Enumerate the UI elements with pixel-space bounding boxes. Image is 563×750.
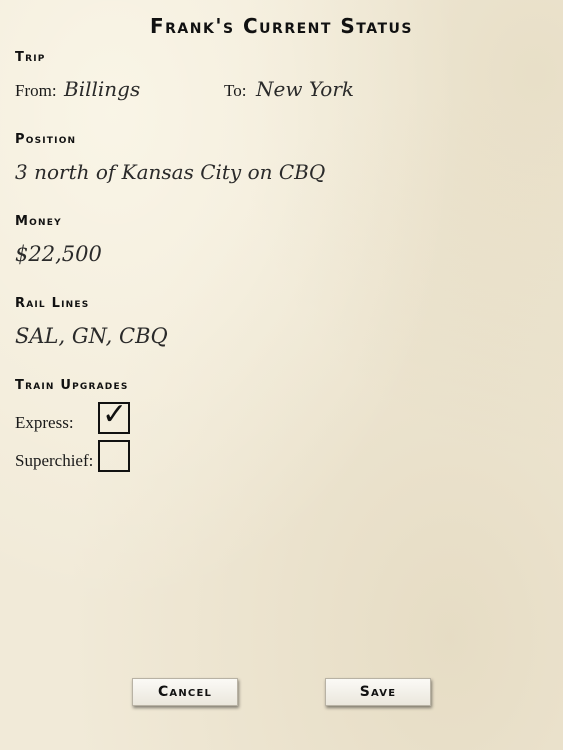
superchief-label: Superchief: xyxy=(15,451,94,470)
trip-heading: Trip xyxy=(15,50,46,65)
position-field[interactable]: 3 north of Kansas City on CBQ xyxy=(15,160,325,184)
page-title: Frank's Current Status xyxy=(149,14,414,38)
checkmark-icon: ✓ xyxy=(102,398,128,431)
express-checkbox[interactable]: ✓ xyxy=(98,398,130,434)
rail-lines-field[interactable]: SAL, GN, CBQ xyxy=(15,324,168,348)
money-field[interactable]: $22,500 xyxy=(15,242,102,266)
from-field[interactable]: Billings xyxy=(64,77,140,101)
rail-lines-heading: Rail Lines xyxy=(15,296,90,311)
train-upgrades-heading: Train Upgrades xyxy=(15,378,129,393)
save-button[interactable]: Save xyxy=(325,678,431,706)
cancel-button[interactable]: Cancel xyxy=(132,678,238,706)
to-label: To: xyxy=(224,81,247,100)
superchief-checkbox[interactable] xyxy=(98,440,130,472)
express-label: Express: xyxy=(15,413,74,432)
position-heading: Position xyxy=(15,132,77,147)
from-label: From: xyxy=(15,81,57,100)
to-field[interactable]: New York xyxy=(256,77,354,101)
money-heading: Money xyxy=(15,214,62,229)
